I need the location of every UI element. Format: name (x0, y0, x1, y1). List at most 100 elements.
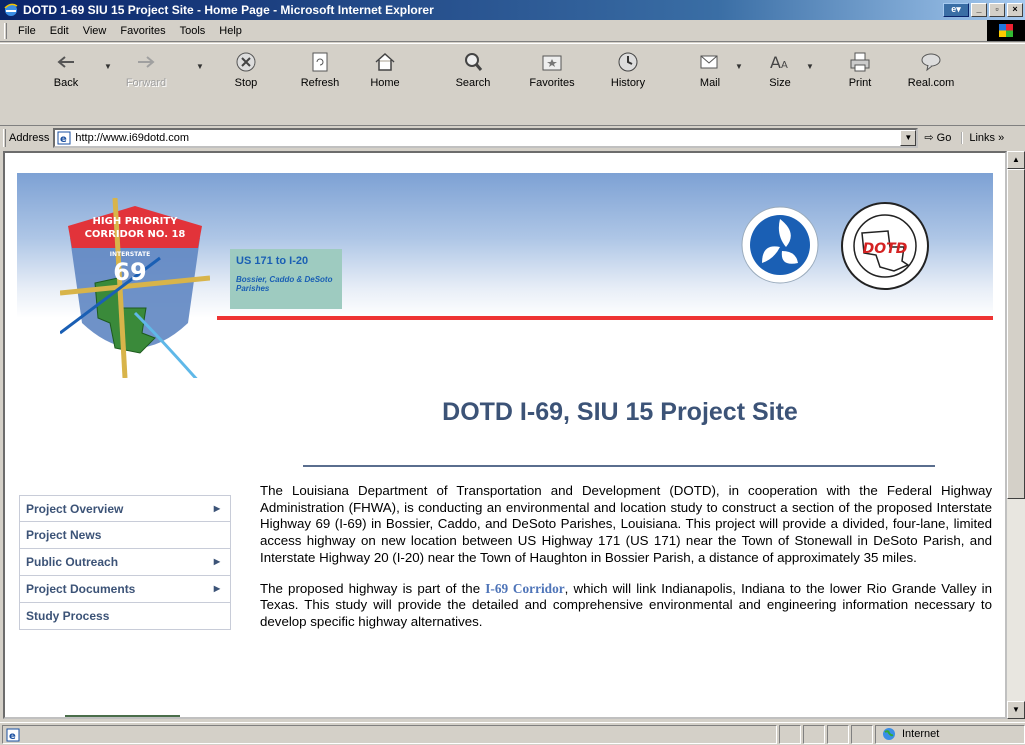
louisiana-dotd-seal-logo: DOTD (841, 202, 929, 290)
nav-study-process[interactable]: Study Process (19, 603, 231, 630)
address-grip (3, 128, 6, 147)
nav-image-edge (65, 715, 180, 717)
svg-text:e: e (9, 731, 16, 742)
back-arrow-icon (57, 56, 74, 68)
size-label: Size (769, 77, 791, 89)
menu-bar: File Edit View Favorites Tools Help (0, 20, 1025, 42)
back-button[interactable]: Back (38, 46, 94, 96)
title-divider (303, 465, 935, 467)
back-dropdown-icon[interactable]: ▼ (104, 62, 112, 71)
mail-dropdown-icon[interactable]: ▼ (735, 62, 743, 71)
status-cell-3 (827, 724, 849, 744)
refresh-label: Refresh (300, 77, 340, 89)
search-icon (465, 53, 483, 71)
realcom-button[interactable]: Real.com (903, 46, 959, 96)
address-dropdown-icon[interactable]: ▼ (900, 129, 917, 146)
menu-view[interactable]: View (76, 25, 114, 37)
svg-text:e: e (60, 134, 67, 145)
real-com-icon (921, 53, 941, 72)
forward-arrow-icon (138, 56, 155, 68)
nav-public-outreach[interactable]: Public Outreach ▶ (19, 549, 231, 576)
page-viewport: HIGH PRIORITY CORRIDOR NO. 18 INTERSTATE… (3, 151, 1007, 719)
go-label: Go (936, 131, 952, 144)
standard-toolbar: Back ▼ Forward ▼ Stop Refresh Home Searc… (0, 43, 1025, 125)
svg-text:DOTD: DOTD (863, 241, 908, 257)
title-bar: DOTD 1-69 SIU 15 Project Site - Home Pag… (0, 0, 1025, 20)
corridor-paragraph: The proposed highway is part of the I-69… (260, 581, 992, 631)
route-line2: Bossier, Caddo & DeSoto Parishes (236, 275, 333, 293)
scroll-thumb[interactable] (1007, 169, 1025, 499)
history-button[interactable]: History (600, 46, 656, 96)
status-cell-4 (851, 724, 873, 744)
chevron-right-icon: ▶ (213, 504, 220, 513)
favorites-label: Favorites (529, 77, 575, 89)
vertical-scrollbar[interactable]: ▲ ▼ (1007, 151, 1025, 719)
forward-button[interactable]: Forward (118, 46, 174, 96)
status-cell-2 (803, 724, 825, 744)
left-nav: Project Overview ▶ Project News Public O… (19, 495, 231, 630)
menu-edit[interactable]: Edit (43, 25, 76, 37)
intro-paragraph: The Louisiana Department of Transportati… (260, 483, 992, 565)
route-label-box: US 171 to I-20 Bossier, Caddo & DeSoto P… (230, 249, 342, 309)
links-button[interactable]: Links » (961, 131, 1004, 144)
favorites-button[interactable]: Favorites (524, 46, 580, 96)
close-button[interactable]: × (1007, 3, 1023, 17)
go-button[interactable]: ⇨ Go (924, 131, 952, 145)
home-button[interactable]: Home (357, 46, 413, 96)
search-button[interactable]: Search (445, 46, 501, 96)
links-label: Links (969, 131, 996, 144)
nav-project-documents[interactable]: Project Documents ▶ (19, 576, 231, 603)
globe-icon (883, 728, 895, 740)
corridor-text-before: The proposed highway is part of the (260, 580, 486, 596)
history-label: History (610, 77, 646, 89)
maximize-button[interactable]: ▫ (989, 3, 1005, 17)
address-url: http://www.i69dotd.com (75, 131, 190, 144)
print-label: Print (848, 77, 872, 89)
realcom-label: Real.com (907, 77, 955, 89)
address-bar: Address e http://www.i69dotd.com ▼ ⇨ Go … (0, 125, 1025, 149)
nav-label: Project Overview (26, 501, 124, 516)
search-label: Search (455, 77, 491, 89)
stop-button[interactable]: Stop (218, 46, 274, 96)
status-cell-1 (779, 724, 801, 744)
svg-text:INTERSTATE: INTERSTATE (110, 251, 150, 258)
zone-label: Internet (902, 728, 940, 740)
refresh-button[interactable]: Refresh (292, 46, 348, 96)
chevron-right-icon: ▶ (213, 584, 220, 593)
nav-project-news[interactable]: Project News (19, 522, 231, 549)
i69-corridor-link[interactable]: I-69 Corridor (485, 581, 564, 596)
address-label: Address (9, 131, 50, 144)
menu-favorites[interactable]: Favorites (113, 25, 172, 37)
svg-text:A: A (781, 60, 788, 71)
nav-project-overview[interactable]: Project Overview ▶ (19, 495, 231, 522)
size-button[interactable]: AA Size (752, 46, 808, 96)
windows-flag-icon (999, 24, 1013, 37)
ie-icon (4, 3, 18, 16)
nav-label: Study Process (26, 609, 110, 623)
mail-icon (700, 55, 718, 69)
address-input[interactable]: e http://www.i69dotd.com ▼ (53, 127, 919, 148)
usdot-seal-logo (741, 206, 819, 284)
print-icon (850, 52, 870, 72)
text-size-icon: AA (770, 53, 788, 72)
print-button[interactable]: Print (832, 46, 888, 96)
ie-logo-icon: e▾ (943, 3, 969, 17)
scroll-down-button[interactable]: ▼ (1007, 701, 1025, 719)
i69-corridor-logo: HIGH PRIORITY CORRIDOR NO. 18 INTERSTATE… (60, 198, 210, 378)
menu-tools[interactable]: Tools (173, 25, 213, 37)
banner-red-rule (217, 316, 993, 320)
nav-label: Public Outreach (26, 555, 119, 569)
nav-label: Project Documents (26, 582, 136, 596)
home-icon (375, 52, 395, 71)
forward-dropdown-icon[interactable]: ▼ (196, 62, 204, 71)
mail-button[interactable]: Mail (682, 46, 738, 96)
back-label: Back (53, 77, 79, 89)
menu-file[interactable]: File (11, 25, 43, 37)
size-dropdown-icon[interactable]: ▼ (806, 62, 814, 71)
main-content: The Louisiana Department of Transportati… (260, 483, 992, 645)
security-zone: Internet (875, 724, 1025, 744)
scroll-up-button[interactable]: ▲ (1007, 151, 1025, 169)
home-label: Home (370, 77, 400, 89)
minimize-button[interactable]: _ (971, 3, 987, 17)
menu-help[interactable]: Help (212, 25, 249, 37)
